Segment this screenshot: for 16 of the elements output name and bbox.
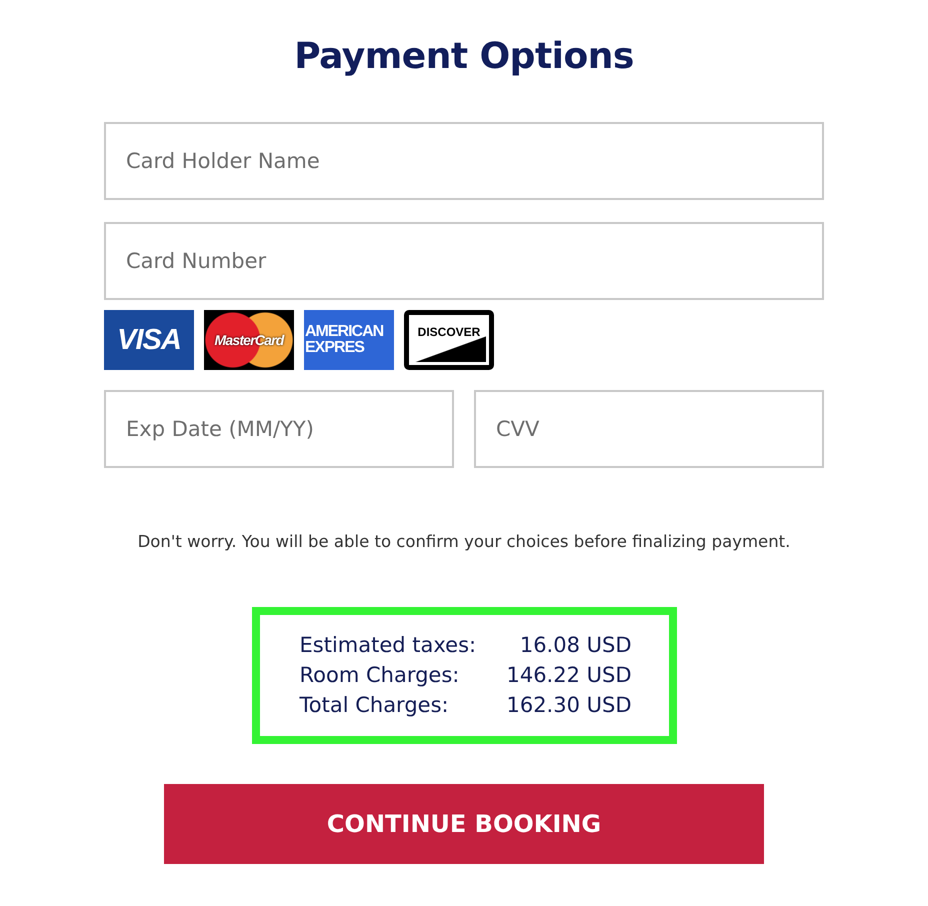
input-field[interactable]: Exp Date (MM/YY): [104, 390, 454, 468]
card-logo: VISA: [104, 310, 194, 370]
card-logo: DISCOVER: [404, 310, 494, 370]
card-logo: AMERICAN EXPRES: [304, 310, 394, 370]
page-title: Payment Options: [293, 35, 635, 79]
input-field[interactable]: CVV: [474, 390, 824, 468]
charge-amount: 16.08 USD: [518, 632, 632, 659]
charge-label: Estimated taxes:: [300, 632, 478, 659]
charge-label: Room Charges:: [300, 662, 460, 689]
continue-booking-button[interactable]: CONTINUE BOOKING: [164, 784, 764, 864]
info-text: Don't worry. You will be able to confirm your choices before finalizing payment.: [136, 532, 792, 551]
input-field[interactable]: Card Number: [104, 222, 824, 300]
charge-amount: 162.30 USD: [505, 692, 632, 719]
input-field[interactable]: Card Holder Name: [104, 122, 824, 200]
charge-label: Total Charges:: [300, 692, 450, 719]
charge-amount: 146.22 USD: [505, 662, 632, 689]
